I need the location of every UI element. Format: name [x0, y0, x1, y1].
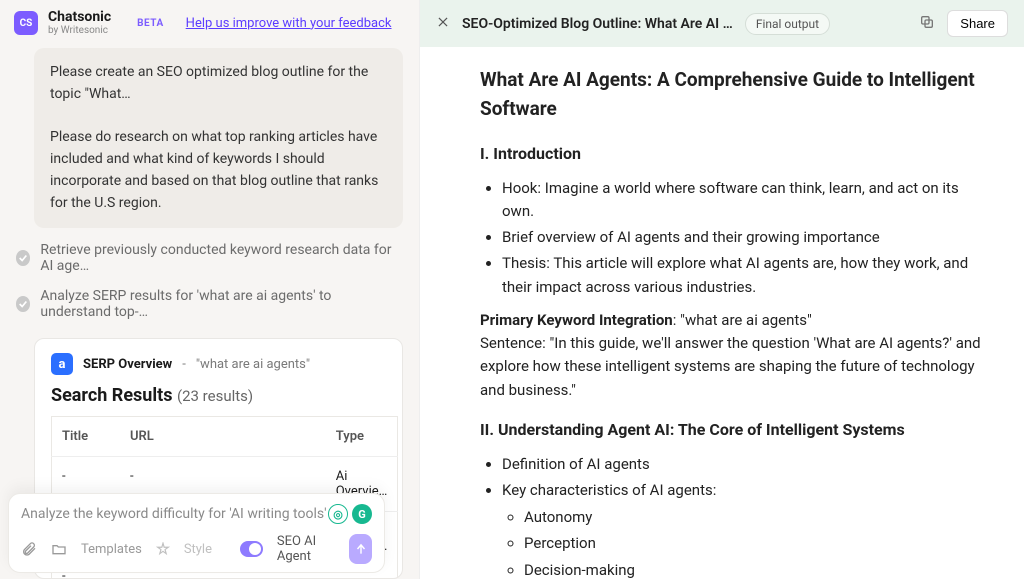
- list-item: Perception: [524, 532, 984, 555]
- templates-button[interactable]: Templates: [81, 542, 142, 557]
- list-item: Thesis: This article will explore what A…: [502, 252, 984, 299]
- seo-agent-label: SEO AI Agent: [277, 534, 335, 564]
- step-1: Retrieve previously conducted keyword re…: [0, 238, 419, 278]
- right-header: SEO-Optimized Blog Outline: What Are AI …: [420, 0, 1024, 47]
- search-results-heading: Search Results (23 results): [51, 385, 386, 406]
- sr-label: Search Results: [51, 385, 172, 406]
- chat-input-bar: Analyze the keyword difficulty for 'AI w…: [8, 493, 385, 573]
- doc-h1: What Are AI Agents: A Comprehensive Guid…: [480, 65, 984, 124]
- brand-name: Chatsonic: [48, 10, 111, 25]
- chat-input[interactable]: Analyze the keyword difficulty for 'AI w…: [21, 506, 328, 522]
- serp-overview-label: SERP Overview: [83, 357, 172, 372]
- col-type: Type: [326, 417, 398, 457]
- style-icon[interactable]: [156, 541, 170, 557]
- final-output-badge: Final output: [745, 13, 830, 35]
- brand-block: Chatsonic by Writesonic: [48, 10, 111, 36]
- step-2-text: Analyze SERP results for 'what are ai ag…: [40, 288, 403, 320]
- share-button[interactable]: Share: [947, 10, 1008, 37]
- grammar-icons: ◎ G: [328, 504, 372, 524]
- step-2: Analyze SERP results for 'what are ai ag…: [0, 284, 419, 324]
- kw-label: Primary Keyword Integration: [480, 311, 673, 329]
- sr-count: (23 results): [177, 387, 253, 405]
- check-icon: [16, 250, 30, 266]
- kw-after: : "what are ai agents": [673, 311, 812, 329]
- col-url: URL: [120, 417, 280, 457]
- list-item: Definition of AI agents: [502, 453, 984, 476]
- kw-sentence: Sentence: "In this guide, we'll answer t…: [480, 332, 984, 402]
- left-panel: CS Chatsonic by Writesonic BETA Help us …: [0, 0, 419, 579]
- attach-icon[interactable]: [21, 541, 37, 557]
- list-item: Brief overview of AI agents and their gr…: [502, 226, 984, 249]
- doc-title: SEO-Optimized Blog Outline: What Are AI …: [462, 16, 733, 32]
- check-icon: [16, 296, 30, 312]
- document-body: What Are AI Agents: A Comprehensive Guid…: [420, 47, 1024, 579]
- list-item: Hook: Imagine a world where software can…: [502, 177, 984, 224]
- primary-keyword-block: Primary Keyword Integration: "what are a…: [480, 309, 984, 402]
- style-button[interactable]: Style: [184, 542, 212, 557]
- serp-logo-icon: a: [51, 353, 73, 375]
- feedback-link[interactable]: Help us improve with your feedback: [186, 16, 392, 31]
- folder-icon[interactable]: [51, 541, 67, 557]
- section-2-heading: II. Understanding Agent AI: The Core of …: [480, 418, 984, 443]
- prompt-line-1: Please create an SEO optimized blog outl…: [50, 62, 387, 105]
- step-1-text: Retrieve previously conducted keyword re…: [40, 242, 403, 274]
- beta-badge: BETA: [137, 18, 164, 29]
- list-item: Autonomy: [524, 506, 984, 529]
- left-header: CS Chatsonic by Writesonic BETA Help us …: [0, 0, 419, 44]
- copy-icon[interactable]: [919, 14, 935, 34]
- prompt-line-2: Please do research on what top ranking a…: [50, 127, 387, 214]
- serp-dash: -: [182, 357, 186, 372]
- serp-head: a SERP Overview - "what are ai agents": [51, 353, 386, 375]
- list-item: Decision-making: [524, 559, 984, 579]
- grammarly-badge-icon[interactable]: G: [352, 504, 372, 524]
- right-panel: SEO-Optimized Blog Outline: What Are AI …: [419, 0, 1024, 579]
- brand-sub: by Writesonic: [48, 25, 111, 36]
- brand-avatar: CS: [14, 11, 38, 35]
- section-1-heading: I. Introduction: [480, 142, 984, 167]
- list-item: Key characteristics of AI agents: Autono…: [502, 479, 984, 579]
- grammarly-icon[interactable]: ◎: [328, 504, 348, 524]
- close-icon[interactable]: [436, 15, 450, 33]
- user-prompt-card: Please create an SEO optimized blog outl…: [34, 48, 403, 228]
- serp-query: "what are ai agents": [196, 357, 310, 372]
- seo-agent-toggle[interactable]: [240, 541, 263, 557]
- col-title: Title: [52, 417, 121, 457]
- send-button[interactable]: [349, 534, 372, 564]
